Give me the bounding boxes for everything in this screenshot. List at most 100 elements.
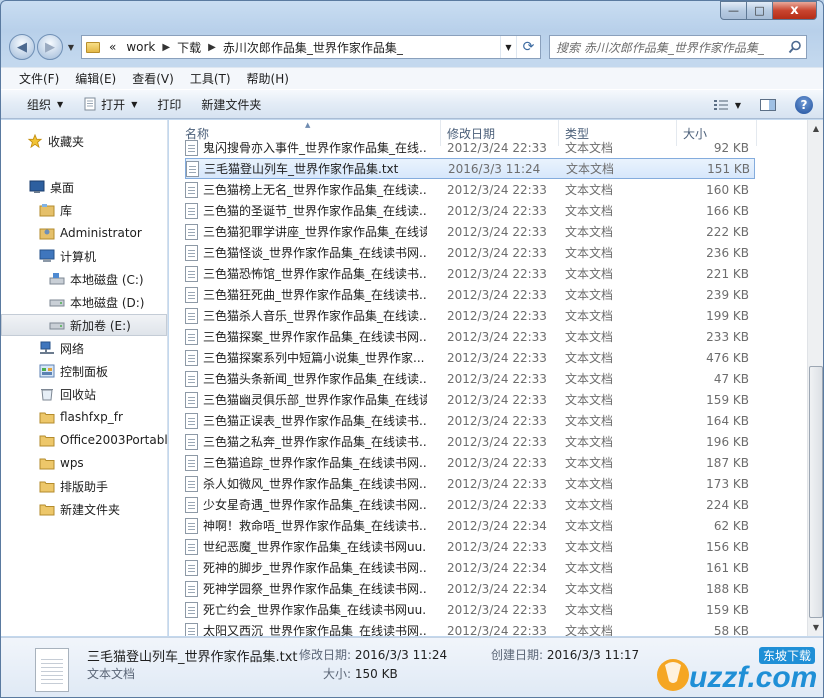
file-date: 2012/3/24 22:33 — [447, 623, 547, 637]
search-icon[interactable] — [788, 40, 802, 54]
menu-help[interactable]: 帮助(H) — [239, 70, 297, 87]
file-row[interactable]: 三色猫狂死曲_世界作家作品集_在线读书... 2012/3/24 22:33 文本文… — [185, 284, 755, 305]
file-type: 文本文档 — [565, 204, 614, 218]
file-row[interactable]: 世纪恶魔_世界作家作品集_在线读书网uu... 2012/3/24 22:33 文本… — [185, 536, 755, 557]
sidebar-item-drive-d[interactable]: 本地磁盘 (D:) — [1, 291, 167, 313]
text-file-icon — [185, 223, 198, 240]
sidebar-item-label: 网络 — [60, 341, 85, 356]
file-name-cell: 三色猫探案系列中短篇小说集_世界作家... — [185, 349, 427, 366]
chevron-right-icon[interactable]: ▶ — [206, 42, 218, 53]
search-input[interactable]: 搜索 赤川次郎作品集_世界作家作品集_ — [549, 35, 807, 59]
menu-tools[interactable]: 工具(T) — [182, 70, 239, 87]
file-row[interactable]: 三色猫追踪_世界作家作品集_在线读书网... 2012/3/24 22:33 文本文… — [185, 452, 755, 473]
close-button[interactable]: x — [773, 1, 817, 20]
file-row[interactable]: 死神学园祭_世界作家作品集_在线读书网... 2012/3/24 22:34 文本文… — [185, 578, 755, 599]
view-dropdown-icon[interactable]: ▼ — [735, 101, 741, 110]
file-date: 2012/3/24 22:33 — [447, 476, 547, 491]
sidebar-item-label: 收藏夹 — [48, 134, 85, 149]
file-row[interactable]: 三色猫头条新闻_世界作家作品集_在线读... 2012/3/24 22:33 文本文… — [185, 368, 755, 389]
sidebar-item-typeset-helper[interactable]: 排版助手 — [1, 475, 167, 497]
vertical-scrollbar[interactable]: ▲ ▼ — [807, 120, 823, 636]
menu-view[interactable]: 查看(V) — [124, 70, 182, 87]
sidebar-item-desktop[interactable]: 桌面 — [1, 176, 167, 198]
file-row[interactable]: 三毛猫登山列车_世界作家作品集.txt 2016/3/3 11:24 文本文档 151… — [185, 158, 755, 179]
maximize-button[interactable]: □ — [747, 1, 773, 20]
sidebar-item-wps[interactable]: wps — [1, 452, 167, 474]
file-row[interactable]: 三色猫探案系列中短篇小说集_世界作家... 2012/3/24 22:33 文本文档… — [185, 347, 755, 368]
details-modified-label: 修改日期: — [299, 648, 352, 662]
forward-button[interactable]: ▶ — [37, 34, 63, 60]
network-icon — [40, 341, 54, 354]
sidebar-item-drive-c[interactable]: 本地磁盘 (C:) — [1, 268, 167, 290]
file-date: 2012/3/24 22:33 — [447, 497, 547, 512]
sidebar-item-network[interactable]: 网络 — [1, 337, 167, 359]
file-name-cell: 三色猫狂死曲_世界作家作品集_在线读书... — [185, 286, 427, 303]
minimize-button[interactable]: — — [720, 1, 747, 20]
view-options-icon[interactable] — [713, 98, 731, 112]
print-button[interactable]: 打印 — [147, 92, 191, 116]
file-row[interactable]: 三色猫杀人音乐_世界作家作品集_在线读... 2012/3/24 22:33 文本文… — [185, 305, 755, 326]
file-name-cell: 太阳又西沉_世界作家作品集_在线读书网... — [185, 622, 427, 636]
organize-button[interactable]: 组织 ▼ — [17, 92, 73, 116]
breadcrumb-download[interactable]: 下载 — [172, 39, 206, 56]
open-button[interactable]: 打开 ▼ — [73, 92, 147, 116]
scrollbar-thumb[interactable] — [809, 366, 823, 618]
menu-file[interactable]: 文件(F) — [11, 70, 67, 87]
sidebar-item-new-folder[interactable]: 新建文件夹 — [1, 498, 167, 520]
address-dropdown-icon[interactable]: ▼ — [500, 36, 516, 58]
sidebar-item-control-panel[interactable]: 控制面板 — [1, 360, 167, 382]
breadcrumb-current-folder[interactable]: 赤川次郎作品集_世界作家作品集_ — [218, 39, 408, 56]
sidebar-item-favorites[interactable]: 收藏夹 — [1, 130, 167, 152]
sidebar-item-computer[interactable]: 计算机 — [1, 245, 167, 267]
folder-icon — [39, 504, 55, 516]
file-row[interactable]: 死神的脚步_世界作家作品集_在线读书网... 2012/3/24 22:34 文本文… — [185, 557, 755, 578]
file-row[interactable]: 三色猫的圣诞节_世界作家作品集_在线读... 2012/3/24 22:33 文本文… — [185, 200, 755, 221]
back-button[interactable]: ◀ — [9, 34, 35, 60]
file-row[interactable]: 三色猫探案_世界作家作品集_在线读书网... 2012/3/24 22:33 文本文… — [185, 326, 755, 347]
file-row[interactable]: 太阳又西沉_世界作家作品集_在线读书网... 2012/3/24 22:33 文本文… — [185, 620, 755, 636]
file-name-cell: 死神学园祭_世界作家作品集_在线读书网... — [185, 580, 427, 597]
file-size: 159 KB — [706, 392, 749, 407]
file-name-cell: 三色猫之私奔_世界作家作品集_在线读书... — [185, 433, 427, 450]
sidebar-item-administrator[interactable]: Administrator — [1, 222, 167, 244]
help-button[interactable]: ? — [795, 96, 813, 114]
sidebar-item-flashfxp[interactable]: flashfxp_fr — [1, 406, 167, 428]
sidebar-item-drive-e[interactable]: 新加卷 (E:) — [1, 314, 167, 336]
file-row[interactable]: 三色猫之私奔_世界作家作品集_在线读书... 2012/3/24 22:33 文本文… — [185, 431, 755, 452]
recent-pages-dropdown[interactable]: ▼ — [65, 43, 77, 52]
text-file-icon — [185, 139, 198, 156]
file-row[interactable]: 杀人如微风_世界作家作品集_在线读书网... 2012/3/24 22:33 文本文… — [185, 473, 755, 494]
file-type: 文本文档 — [565, 183, 614, 197]
file-name: 三色猫怪谈_世界作家作品集_在线读书网... — [203, 246, 427, 260]
file-row[interactable]: 神啊！救命唔_世界作家作品集_在线读书... 2012/3/24 22:34 文本文… — [185, 515, 755, 536]
file-row[interactable]: 三色猫榜上无名_世界作家作品集_在线读... 2012/3/24 22:33 文本文… — [185, 179, 755, 200]
sidebar-item-library[interactable]: 库 — [1, 199, 167, 221]
file-date: 2012/3/24 22:34 — [447, 518, 547, 533]
file-row[interactable]: 死亡约会_世界作家作品集_在线读书网uu... 2012/3/24 22:33 文本… — [185, 599, 755, 620]
file-row[interactable]: 三色猫恐怖馆_世界作家作品集_在线读书... 2012/3/24 22:33 文本文… — [185, 263, 755, 284]
address-bar[interactable]: « work ▶ 下载 ▶ 赤川次郎作品集_世界作家作品集_ ▼ ⟳ — [81, 35, 541, 59]
breadcrumb-work[interactable]: work — [121, 40, 160, 54]
file-type: 文本文档 — [565, 540, 614, 554]
file-size: 58 KB — [713, 623, 749, 637]
refresh-icon[interactable]: ⟳ — [516, 36, 540, 58]
file-row[interactable]: 鬼闪搜骨亦入事件_世界作家作品集_在线... 2012/3/24 22:33 文本文… — [185, 137, 755, 158]
scroll-up-icon[interactable]: ▲ — [808, 120, 823, 137]
file-row[interactable]: 三色猫正误表_世界作家作品集_在线读书... 2012/3/24 22:33 文本文… — [185, 410, 755, 431]
file-row[interactable]: 三色猫犯罪学讲座_世界作家作品集_在线读... 2012/3/24 22:33 文本… — [185, 221, 755, 242]
chevron-right-icon[interactable]: ▶ — [160, 42, 172, 53]
file-row[interactable]: 少女星奇遇_世界作家作品集_在线读书网... 2012/3/24 22:33 文本文… — [185, 494, 755, 515]
sidebar-item-recycle-bin[interactable]: 回收站 — [1, 383, 167, 405]
preview-pane-icon[interactable] — [759, 98, 777, 112]
sidebar-item-office2003[interactable]: Office2003Portable — [1, 429, 167, 451]
sidebar-item-label: 新建文件夹 — [60, 502, 121, 517]
file-row[interactable]: 三色猫幽灵俱乐部_世界作家作品集_在线读... 2012/3/24 22:33 文本… — [185, 389, 755, 410]
menu-edit[interactable]: 编辑(E) — [67, 70, 124, 87]
file-date: 2012/3/24 22:33 — [447, 602, 547, 617]
text-file-icon — [185, 412, 198, 429]
breadcrumb-overflow[interactable]: « — [104, 40, 121, 54]
file-row[interactable]: 三色猫怪谈_世界作家作品集_在线读书网... 2012/3/24 22:33 文本文… — [185, 242, 755, 263]
scroll-down-icon[interactable]: ▼ — [808, 619, 823, 636]
file-name-cell: 三色猫杀人音乐_世界作家作品集_在线读... — [185, 307, 427, 324]
new-folder-button[interactable]: 新建文件夹 — [191, 92, 271, 116]
